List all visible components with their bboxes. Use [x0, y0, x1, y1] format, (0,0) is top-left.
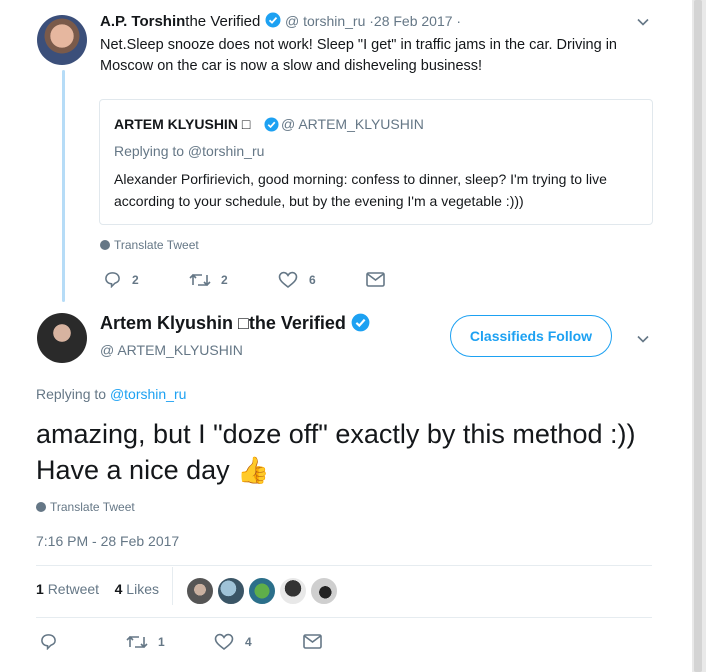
tweet2-replying-to: Replying to @torshin_ru: [36, 386, 186, 402]
retweets-count: 1: [36, 581, 44, 597]
scrollbar-thumb[interactable]: [694, 0, 702, 672]
heart-icon[interactable]: [214, 633, 234, 651]
tweet1-author[interactable]: A.P. Torshinthe Verified: [100, 12, 281, 30]
replying-handle-link[interactable]: @torshin_ru: [110, 386, 186, 402]
tweet-thread: A.P. Torshinthe Verified @ torshin_ru ·2…: [0, 0, 690, 672]
divider: [36, 565, 652, 566]
tweet1-handle[interactable]: @ torshin_ru: [285, 13, 365, 29]
verified-badge-icon: [351, 313, 370, 332]
heart-icon[interactable]: [278, 271, 298, 289]
retweet-icon[interactable]: [126, 634, 148, 650]
globe-icon: [100, 240, 110, 250]
translate-label: Translate Tweet: [50, 500, 135, 514]
quoted-text: Alexander Porfirievich, good morning: co…: [114, 171, 607, 209]
avatar-klyushin[interactable]: [37, 313, 87, 363]
retweets-stat[interactable]: 1 Retweet: [36, 581, 99, 597]
chevron-down-icon[interactable]: [637, 333, 649, 345]
retweet-icon[interactable]: [189, 272, 211, 288]
tweet1-meta: @ torshin_ru ·28 Feb 2017 ·: [285, 13, 461, 29]
tweet1-text: Net.Sleep snooze does not work! Sleep "I…: [100, 37, 617, 74]
thread-connector-line: [62, 70, 65, 302]
divider: [36, 617, 652, 618]
message-icon[interactable]: [303, 634, 322, 649]
tweet2-handle[interactable]: @ ARTEM_KLYUSHIN: [100, 342, 243, 358]
translate-label: Translate Tweet: [114, 238, 199, 252]
verified-badge-icon: [265, 12, 281, 28]
thumbs-up-emoji: 👍: [237, 455, 270, 485]
message-icon[interactable]: [366, 272, 385, 287]
follow-button[interactable]: Classifieds Follow: [450, 315, 612, 357]
likes-count: 4: [114, 581, 123, 597]
avatar-torshin[interactable]: [37, 15, 87, 65]
liker-avatar[interactable]: [186, 577, 214, 605]
tweet2-retweet-count: 1: [158, 635, 165, 649]
quoted-author-name-text: ARTEM KLYUSHIN □: [114, 116, 251, 132]
likes-stat[interactable]: 4 Likes: [115, 581, 159, 597]
quoted-author-name: ARTEM KLYUSHIN □: [114, 116, 250, 132]
tweet1-retweet-count: 2: [221, 273, 228, 287]
quoted-handle: @ ARTEM_KLYUSHIN: [281, 116, 424, 132]
liker-avatar[interactable]: [248, 577, 276, 605]
liker-avatar[interactable]: [279, 577, 307, 605]
tweet1-verified-label: the Verified: [185, 13, 261, 30]
tweet1-reply-count: 2: [132, 273, 139, 287]
tweet2-stats: 1 Retweet 4 Likes: [36, 581, 159, 597]
verified-badge-icon: [264, 117, 279, 132]
liker-avatar[interactable]: [310, 577, 338, 605]
liker-avatar[interactable]: [217, 577, 245, 605]
tweet2-translate-link[interactable]: Translate Tweet: [36, 500, 135, 514]
quoted-replying-to: Replying to @torshin_ru: [114, 143, 265, 159]
tweet2-like-count: 4: [245, 635, 252, 649]
tweet2-timestamp[interactable]: 7:16 PM - 28 Feb 2017: [36, 533, 179, 549]
reply-icon[interactable]: [40, 633, 57, 650]
stats-separator: [172, 567, 173, 605]
tweet1-like-count: 6: [309, 273, 316, 287]
replying-prefix: Replying to: [36, 386, 107, 402]
likes-label: Likes: [126, 581, 159, 597]
chevron-down-icon[interactable]: [637, 16, 649, 28]
tweet1-translate-link[interactable]: Translate Tweet: [100, 238, 199, 252]
tweet2-author-name: Artem Klyushin □the Verified: [100, 313, 346, 333]
globe-icon: [36, 502, 46, 512]
reply-icon[interactable]: [104, 271, 121, 288]
tweet2-text-body: amazing, but I "doze off" exactly by thi…: [36, 419, 636, 485]
tweet1-author-name: A.P. Torshin: [100, 13, 186, 30]
tweet2-author[interactable]: Artem Klyushin □the Verified: [100, 313, 370, 334]
tweet1-date[interactable]: ·28 Feb 2017 ·: [369, 13, 461, 29]
tweet2-text: amazing, but I "doze off" exactly by thi…: [36, 416, 636, 488]
retweets-label: Retweet: [47, 581, 100, 597]
